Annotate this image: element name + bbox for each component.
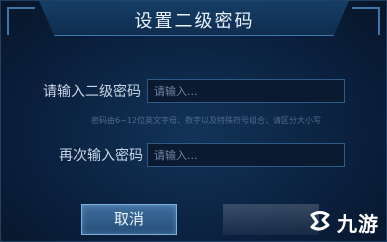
watermark-logo-icon (307, 209, 333, 235)
watermark-text: 九游 (337, 211, 379, 236)
password-hint: 密码由6~12位英文字母、数字以及特殊符号组合，请区分大小写 (91, 116, 321, 125)
confirm-button[interactable] (223, 204, 319, 235)
dialog-title: 设置二级密码 (134, 11, 255, 32)
password-input[interactable] (147, 79, 345, 103)
confirm-password-input[interactable] (147, 143, 345, 167)
cancel-button[interactable]: 取消 (81, 204, 177, 235)
watermark: 九游 (307, 206, 379, 238)
password-label: 请输入二级密码 (43, 84, 141, 100)
confirm-password-label: 再次输入密码 (59, 148, 143, 164)
